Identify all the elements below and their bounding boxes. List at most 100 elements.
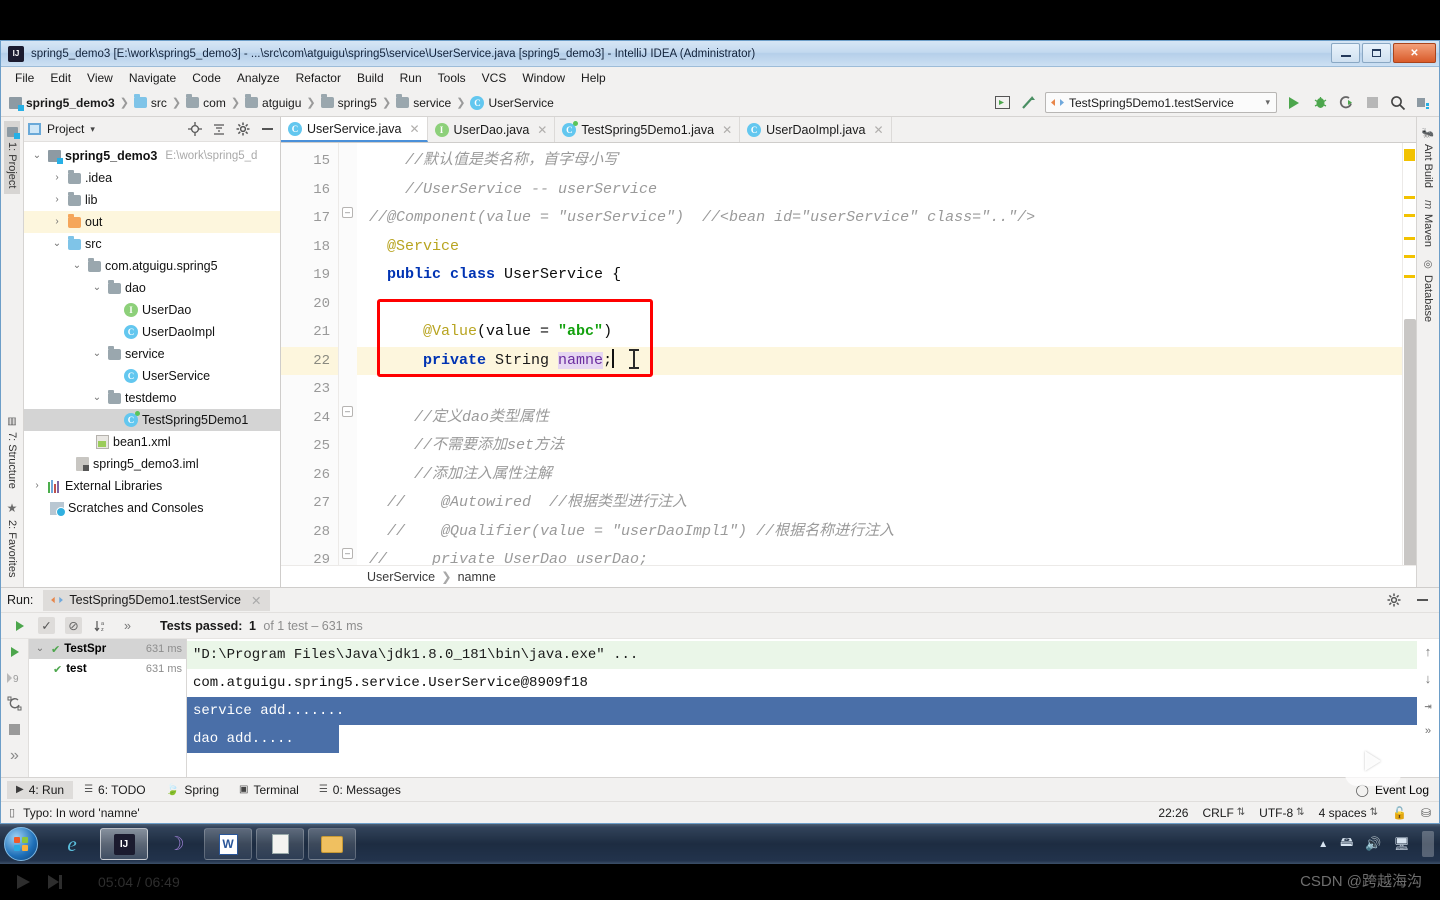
chevron-right-icon[interactable]: › <box>50 217 64 227</box>
chevron-down-icon[interactable]: ⌄ <box>90 393 104 403</box>
breadcrumb-src[interactable]: src <box>132 94 169 110</box>
warning-marker[interactable] <box>1404 196 1415 199</box>
chevron-down-icon[interactable]: ⌄ <box>90 349 104 359</box>
stop-icon[interactable] <box>6 721 23 738</box>
tree-item-testdemo[interactable]: ⌄ testdemo <box>24 387 280 409</box>
hide-icon[interactable] <box>258 120 276 138</box>
code-text[interactable]: //默认值是类名称，首字母小写 //UserService -- userSer… <box>357 143 1402 565</box>
run-icon[interactable] <box>1285 94 1303 112</box>
tree-item-iml[interactable]: spring5_demo3.iml <box>24 453 280 475</box>
breadcrumb-service[interactable]: service <box>394 94 453 110</box>
tree-item-service[interactable]: ⌄ service <box>24 343 280 365</box>
show-desktop-button[interactable] <box>1422 831 1434 857</box>
chevron-down-icon[interactable]: ▾ <box>90 124 95 135</box>
menu-help[interactable]: Help <box>573 69 614 87</box>
tool-tab-spring[interactable]: 🍃 Spring <box>157 781 228 799</box>
chevron-down-icon[interactable]: ⌄ <box>50 239 64 249</box>
taskbar-item-media-player[interactable]: ☽ <box>152 828 200 860</box>
warning-marker[interactable] <box>1404 214 1415 217</box>
breadcrumb-spring5[interactable]: spring5 <box>319 94 379 110</box>
tree-item-external-libraries[interactable]: › External Libraries <box>24 475 280 497</box>
chevron-down-icon[interactable]: ⌄ <box>70 261 84 271</box>
taskbar-item-file-explorer[interactable] <box>308 828 356 860</box>
play-icon[interactable] <box>12 872 34 892</box>
test-tree-row[interactable]: ⌄ ✔ TestSpr 631 ms <box>29 639 186 659</box>
chevron-right-icon[interactable]: › <box>50 195 64 205</box>
sort-alpha-icon[interactable]: az <box>92 617 109 634</box>
search-icon[interactable] <box>1389 94 1407 112</box>
volume-icon[interactable]: 🔊 <box>1365 836 1381 852</box>
tests-results-tree[interactable]: ⌄ ✔ TestSpr 631 ms ✔ test 631 ms <box>29 639 187 777</box>
stop-icon[interactable] <box>1363 94 1381 112</box>
fold-marker[interactable]: – <box>342 207 353 218</box>
hide-icon[interactable] <box>1413 591 1431 609</box>
network-icon[interactable]: 🖥 <box>1393 836 1410 852</box>
menu-build[interactable]: Build <box>349 69 392 87</box>
tree-item-dao[interactable]: ⌄ dao <box>24 277 280 299</box>
editor-scrollbar-thumb[interactable] <box>1404 319 1416 565</box>
menu-run[interactable]: Run <box>392 69 430 87</box>
toggle-auto-test-icon[interactable] <box>6 695 23 712</box>
tree-item-module[interactable]: ⌄ spring5_demo3 E:\work\spring5_d <box>24 145 280 167</box>
chevron-right-icon[interactable]: › <box>30 481 44 491</box>
taskbar-item-notepad[interactable] <box>256 828 304 860</box>
fold-marker[interactable]: – <box>342 406 353 417</box>
git-branch-icon[interactable]: ⛁ <box>1421 806 1431 820</box>
sidebar-item-favorites[interactable]: ★ 2: Favorites <box>3 495 21 583</box>
tab-userdao-java[interactable]: I UserDao.java ✕ <box>428 117 556 142</box>
warning-marker[interactable] <box>1404 149 1415 161</box>
warning-marker[interactable] <box>1404 255 1415 258</box>
rerun-icon[interactable] <box>6 643 23 660</box>
chevron-down-icon[interactable]: ⌄ <box>33 644 47 654</box>
video-play-overlay[interactable] <box>1345 736 1401 786</box>
flash-drive-icon[interactable]: 🖴 <box>1340 833 1353 855</box>
rerun-icon[interactable] <box>11 617 28 634</box>
warning-marker[interactable] <box>1404 237 1415 240</box>
caret-position[interactable]: 22:26 <box>1158 806 1188 820</box>
indent-setting[interactable]: 4 spaces ⇅ <box>1319 806 1378 820</box>
test-tree-row[interactable]: ✔ test 631 ms <box>29 659 186 679</box>
soft-wrap-icon[interactable]: ⇥ <box>1424 699 1431 714</box>
tool-tab-todo[interactable]: ☰ 6: TODO <box>75 781 155 799</box>
tab-userservice-java[interactable]: C UserService.java ✕ <box>281 117 428 142</box>
close-icon[interactable]: ✕ <box>722 123 732 137</box>
breadcrumb-com[interactable]: com <box>184 94 228 110</box>
sidebar-item-ant-build[interactable]: 🐜 Ant Build <box>1420 121 1436 194</box>
run-coverage-icon[interactable] <box>1337 94 1355 112</box>
file-encoding[interactable]: UTF-8 ⇅ <box>1259 806 1304 820</box>
run-configuration-selector[interactable]: TestSpring5Demo1.testService ▾ <box>1045 92 1277 113</box>
breadcrumb-field[interactable]: namne <box>458 570 496 584</box>
tree-item-testspring5demo1[interactable]: C TestSpring5Demo1 <box>24 409 280 431</box>
tree-item-userservice[interactable]: C UserService <box>24 365 280 387</box>
sidebar-item-maven[interactable]: m Maven <box>1420 194 1436 253</box>
editor-marker-bar[interactable] <box>1402 143 1416 565</box>
scroll-up-icon[interactable]: ↑ <box>1424 645 1432 660</box>
taskbar-item-internet-explorer[interactable]: e <box>48 828 96 860</box>
locate-icon[interactable] <box>186 120 204 138</box>
run-console-output[interactable]: "D:\Program Files\Java\jdk1.8.0_181\bin\… <box>187 639 1439 777</box>
run-tab-testservice[interactable]: TestSpring5Demo1.testService ✕ <box>43 589 270 611</box>
tree-item-userdao[interactable]: I UserDao <box>24 299 280 321</box>
code-editor[interactable]: 15 16 17 18 19 20 21 22 23 24 25 26 27 2… <box>281 143 1416 565</box>
project-tree[interactable]: ⌄ spring5_demo3 E:\work\spring5_d › .ide… <box>24 142 280 587</box>
check-icon[interactable]: ✓ <box>38 617 55 634</box>
fold-marker[interactable]: – <box>342 548 353 559</box>
tab-userdaoimpl-java[interactable]: C UserDaoImpl.java ✕ <box>740 117 892 142</box>
rerun-failed-icon[interactable]: 9 <box>6 669 23 686</box>
tool-tab-messages[interactable]: ☰ 0: Messages <box>310 781 410 799</box>
tab-testspring5demo1-java[interactable]: C TestSpring5Demo1.java ✕ <box>555 117 741 142</box>
menu-window[interactable]: Window <box>514 69 573 87</box>
more-icon[interactable]: » <box>6 747 23 764</box>
breadcrumb-userservice[interactable]: C UserService <box>468 95 555 110</box>
chevron-down-icon[interactable]: ⌄ <box>30 151 44 161</box>
sidebar-item-structure[interactable]: ▥ 7: Structure <box>4 410 20 495</box>
scroll-down-icon[interactable]: ↓ <box>1424 672 1432 687</box>
breadcrumb-class[interactable]: UserService <box>367 570 435 584</box>
close-icon[interactable]: ✕ <box>251 593 261 608</box>
tree-item-bean1-xml[interactable]: bean1.xml <box>24 431 280 453</box>
minimize-button[interactable] <box>1331 43 1360 63</box>
project-structure-icon[interactable] <box>1415 94 1433 112</box>
chevron-right-icon[interactable]: › <box>50 173 64 183</box>
menu-file[interactable]: File <box>7 69 42 87</box>
tool-tab-run[interactable]: ▶ 4: Run <box>7 780 74 799</box>
